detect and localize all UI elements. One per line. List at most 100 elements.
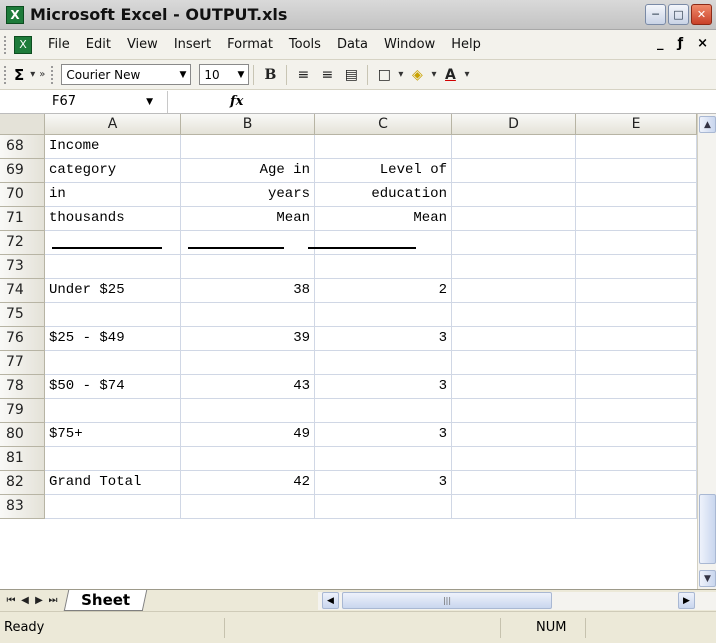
- toolbar-grip-2[interactable]: [51, 65, 57, 84]
- cell-b68[interactable]: [181, 135, 315, 159]
- column-header-e[interactable]: E: [576, 114, 697, 135]
- doc-minimize-icon[interactable]: _: [657, 36, 664, 51]
- row-header[interactable]: 83: [0, 495, 45, 519]
- cell-d73[interactable]: [452, 255, 576, 279]
- cell-a69[interactable]: category: [45, 159, 181, 183]
- scroll-up-icon[interactable]: ▲: [699, 116, 716, 133]
- horizontal-scrollbar[interactable]: ◀ ||| ▶: [318, 592, 716, 610]
- row-header[interactable]: 82: [0, 471, 45, 495]
- vertical-scrollbar[interactable]: ▲ ▼: [697, 114, 716, 589]
- last-sheet-icon[interactable]: ⏭: [46, 595, 60, 606]
- name-box-dropdown-icon[interactable]: ▼: [146, 97, 153, 107]
- cell-d79[interactable]: [452, 399, 576, 423]
- cell-d78[interactable]: [452, 375, 576, 399]
- column-header-b[interactable]: B: [181, 114, 315, 135]
- cell-d83[interactable]: [452, 495, 576, 519]
- cell-e78[interactable]: [576, 375, 697, 399]
- cell-b79[interactable]: [181, 399, 315, 423]
- cell-e69[interactable]: [576, 159, 697, 183]
- column-header-d[interactable]: D: [452, 114, 576, 135]
- row-header[interactable]: 72: [0, 231, 45, 255]
- cell-c81[interactable]: [315, 447, 452, 471]
- font-color-dropdown-icon[interactable]: ▾: [462, 69, 471, 80]
- cell-c68[interactable]: [315, 135, 452, 159]
- horizontal-scroll-thumb[interactable]: |||: [342, 592, 552, 609]
- cell-e76[interactable]: [576, 327, 697, 351]
- row-header[interactable]: 68: [0, 135, 45, 159]
- menu-insert[interactable]: Insert: [166, 37, 219, 52]
- cell-a71[interactable]: thousands: [45, 207, 181, 231]
- borders-dropdown-icon[interactable]: ▾: [396, 69, 405, 80]
- row-header[interactable]: 78: [0, 375, 45, 399]
- cell-a80[interactable]: $75+: [45, 423, 181, 447]
- cell-a77[interactable]: [45, 351, 181, 375]
- cell-e80[interactable]: [576, 423, 697, 447]
- scroll-left-icon[interactable]: ◀: [322, 592, 339, 609]
- vertical-scroll-thumb[interactable]: [699, 494, 716, 564]
- minimize-icon[interactable]: ─: [645, 4, 666, 25]
- cell-e79[interactable]: [576, 399, 697, 423]
- maximize-icon[interactable]: □: [668, 4, 689, 25]
- menu-grip[interactable]: [4, 35, 10, 54]
- cell-e72[interactable]: [576, 231, 697, 255]
- menu-file[interactable]: File: [40, 37, 78, 52]
- cell-b70[interactable]: years: [181, 183, 315, 207]
- row-header[interactable]: 77: [0, 351, 45, 375]
- cell-e71[interactable]: [576, 207, 697, 231]
- cell-a72[interactable]: [45, 231, 181, 255]
- cell-a81[interactable]: [45, 447, 181, 471]
- sheet-tab-active[interactable]: Sheet: [63, 590, 148, 611]
- cell-c71[interactable]: Mean: [315, 207, 452, 231]
- cell-c79[interactable]: [315, 399, 452, 423]
- cell-e70[interactable]: [576, 183, 697, 207]
- font-size-select[interactable]: 10 ▼: [199, 64, 250, 85]
- close-icon[interactable]: ✕: [691, 4, 712, 25]
- document-icon[interactable]: X: [14, 35, 32, 54]
- cell-d80[interactable]: [452, 423, 576, 447]
- doc-restore-icon[interactable]: ƒ: [677, 36, 683, 51]
- cell-c74[interactable]: 2: [315, 279, 452, 303]
- scroll-right-icon[interactable]: ▶: [678, 592, 695, 609]
- cell-a70[interactable]: in: [45, 183, 181, 207]
- menu-view[interactable]: View: [119, 37, 166, 52]
- row-header[interactable]: 71: [0, 207, 45, 231]
- font-name-dropdown-icon[interactable]: ▼: [179, 70, 186, 80]
- cell-c80[interactable]: 3: [315, 423, 452, 447]
- scroll-down-icon[interactable]: ▼: [699, 570, 716, 587]
- next-sheet-icon[interactable]: ▶: [32, 595, 46, 606]
- cell-c75[interactable]: [315, 303, 452, 327]
- cell-b71[interactable]: Mean: [181, 207, 315, 231]
- menu-edit[interactable]: Edit: [78, 37, 119, 52]
- cell-e73[interactable]: [576, 255, 697, 279]
- cell-e75[interactable]: [576, 303, 697, 327]
- cell-d71[interactable]: [452, 207, 576, 231]
- cell-d69[interactable]: [452, 159, 576, 183]
- cell-d81[interactable]: [452, 447, 576, 471]
- align-left-icon[interactable]: ≡: [291, 64, 315, 86]
- select-all-corner[interactable]: [0, 114, 45, 135]
- menu-tools[interactable]: Tools: [281, 37, 329, 52]
- cell-c73[interactable]: [315, 255, 452, 279]
- cell-a82[interactable]: Grand Total: [45, 471, 181, 495]
- doc-close-icon[interactable]: ×: [697, 36, 708, 51]
- row-header[interactable]: 81: [0, 447, 45, 471]
- cell-d77[interactable]: [452, 351, 576, 375]
- cell-c82[interactable]: 3: [315, 471, 452, 495]
- cell-a83[interactable]: [45, 495, 181, 519]
- cell-b77[interactable]: [181, 351, 315, 375]
- cell-b78[interactable]: 43: [181, 375, 315, 399]
- cell-a74[interactable]: Under $25: [45, 279, 181, 303]
- excel-app-icon[interactable]: X: [6, 5, 24, 24]
- toolbar-options-icon[interactable]: »: [37, 69, 47, 80]
- cell-c77[interactable]: [315, 351, 452, 375]
- menu-window[interactable]: Window: [376, 37, 443, 52]
- row-header[interactable]: 69: [0, 159, 45, 183]
- borders-icon[interactable]: □: [372, 64, 396, 86]
- cell-a76[interactable]: $25 - $49: [45, 327, 181, 351]
- cell-d70[interactable]: [452, 183, 576, 207]
- cell-a68[interactable]: Income: [45, 135, 181, 159]
- cell-b75[interactable]: [181, 303, 315, 327]
- menu-help[interactable]: Help: [443, 37, 489, 52]
- menu-data[interactable]: Data: [329, 37, 376, 52]
- cell-d75[interactable]: [452, 303, 576, 327]
